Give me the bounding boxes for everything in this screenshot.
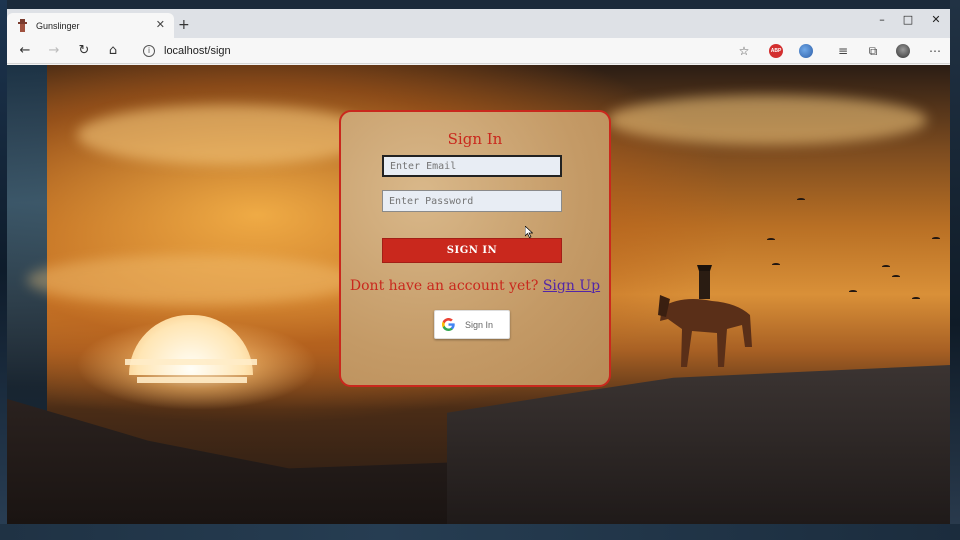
site-info-icon[interactable]: i: [143, 45, 155, 57]
email-field[interactable]: [382, 155, 562, 177]
browser-window: Gunslinger ✕ + – □ ✕ ← → ↻ ⌂ i localhost…: [7, 9, 950, 524]
bird-icon: [797, 198, 805, 201]
back-arrow-icon[interactable]: ←: [16, 42, 34, 60]
background-cliff: [7, 398, 477, 524]
address-bar[interactable]: i localhost/sign: [139, 41, 759, 61]
signup-prompt-line: Dont have an account yet? Sign Up: [341, 278, 609, 294]
close-tab-icon[interactable]: ✕: [156, 18, 165, 31]
extension-icon[interactable]: [799, 44, 813, 58]
reload-icon[interactable]: ↻: [75, 42, 93, 60]
password-field[interactable]: [382, 190, 562, 212]
menu-icon[interactable]: ⋯: [928, 44, 942, 58]
bird-icon: [932, 237, 940, 240]
tab-gunslinger[interactable]: Gunslinger ✕: [7, 13, 174, 38]
bird-icon: [882, 265, 890, 268]
maximize-icon[interactable]: □: [894, 13, 922, 26]
desktop-taskbar: [0, 524, 960, 540]
signup-prompt: Dont have an account yet?: [349, 278, 539, 294]
star-icon[interactable]: ☆: [737, 44, 751, 58]
bird-icon: [772, 263, 780, 266]
profile-avatar[interactable]: [896, 44, 910, 58]
desktop-edge-right: [950, 0, 960, 540]
page-viewport: Sign In SIGN IN Dont have an account yet…: [7, 65, 950, 524]
desktop-edge-left: [0, 0, 7, 540]
browser-toolbar: ← → ↻ ⌂ i localhost/sign ☆ ABP ≡ ⧉ ⋯: [7, 38, 950, 64]
bird-icon: [912, 297, 920, 300]
close-window-icon[interactable]: ✕: [922, 13, 950, 26]
signup-link[interactable]: Sign Up: [543, 278, 600, 294]
forward-arrow-icon[interactable]: →: [45, 42, 63, 60]
bird-icon: [892, 275, 900, 278]
google-g-icon: [442, 318, 455, 331]
home-icon[interactable]: ⌂: [104, 42, 122, 60]
background-cloud: [27, 255, 357, 305]
background-cliff: [447, 365, 950, 524]
new-tab-icon[interactable]: +: [178, 17, 190, 33]
signin-title: Sign In: [447, 130, 503, 148]
sun-reflection: [125, 359, 257, 365]
favicon-icon: [18, 19, 27, 32]
background-cloud: [607, 95, 927, 145]
adblock-extension-icon[interactable]: ABP: [769, 44, 783, 58]
google-signin-label: Sign In: [465, 319, 494, 330]
minimize-icon[interactable]: –: [868, 13, 896, 26]
tab-strip: Gunslinger ✕ + – □ ✕: [7, 9, 950, 38]
tab-title: Gunslinger: [36, 20, 80, 31]
google-signin-button[interactable]: Sign In: [434, 310, 510, 339]
mouse-cursor-icon: [525, 226, 533, 238]
background-cloud: [77, 105, 377, 165]
cowboy-on-horse-image: [658, 265, 752, 367]
background-sun: [129, 315, 253, 375]
address-text[interactable]: localhost/sign: [164, 45, 231, 57]
signin-card: Sign In SIGN IN Dont have an account yet…: [339, 110, 611, 387]
bird-icon: [767, 238, 775, 241]
bird-icon: [849, 290, 857, 293]
favorites-list-icon[interactable]: ≡: [836, 44, 850, 58]
collections-icon[interactable]: ⧉: [866, 44, 880, 58]
sun-reflection: [137, 377, 247, 383]
signin-button[interactable]: SIGN IN: [382, 238, 562, 263]
